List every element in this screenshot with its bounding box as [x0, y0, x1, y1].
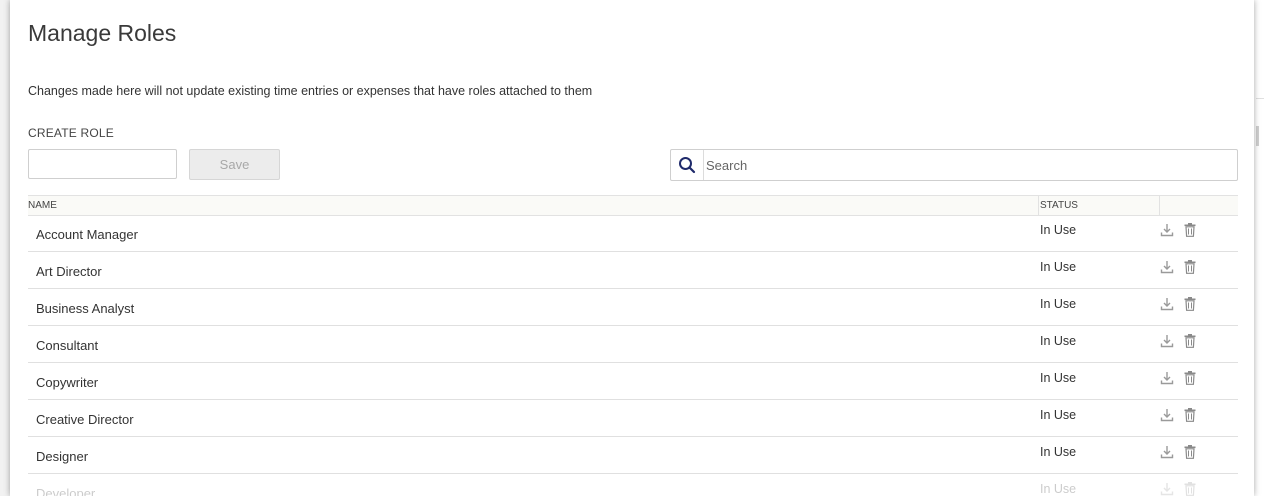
- role-name: Designer: [36, 449, 89, 464]
- background-divider: [1256, 98, 1264, 99]
- role-name: Business Analyst: [36, 301, 135, 316]
- search-icon[interactable]: [671, 150, 704, 180]
- role-name-input[interactable]: [28, 149, 177, 179]
- download-icon[interactable]: [1160, 297, 1174, 311]
- trash-icon[interactable]: [1184, 445, 1196, 459]
- trash-icon[interactable]: [1184, 334, 1196, 348]
- download-icon[interactable]: [1160, 223, 1174, 237]
- table-row: Developer In Use: [28, 474, 1238, 496]
- table-row: Creative Director In Use: [28, 400, 1238, 437]
- trash-icon[interactable]: [1184, 371, 1196, 385]
- column-header-name: NAME: [28, 200, 57, 211]
- table-row: Business Analyst In Use: [28, 289, 1238, 326]
- column-divider: [1159, 196, 1160, 215]
- search-input[interactable]: [706, 150, 1226, 180]
- role-status: In Use: [1040, 223, 1077, 237]
- role-status: In Use: [1040, 482, 1077, 496]
- download-icon[interactable]: [1160, 371, 1174, 385]
- role-name: Consultant: [36, 338, 99, 353]
- page-title: Manage Roles: [28, 20, 177, 46]
- trash-icon[interactable]: [1184, 260, 1196, 274]
- background-scroll-marker: [1256, 126, 1259, 146]
- save-button[interactable]: Save: [189, 149, 280, 180]
- trash-icon[interactable]: [1184, 297, 1196, 311]
- download-icon[interactable]: [1160, 260, 1174, 274]
- role-status: In Use: [1040, 408, 1077, 422]
- download-icon[interactable]: [1160, 445, 1174, 459]
- search-box[interactable]: [670, 149, 1238, 181]
- table-row: Copywriter In Use: [28, 363, 1238, 400]
- column-header-status: STATUS: [1040, 200, 1078, 211]
- table-header: NAME STATUS: [28, 195, 1238, 216]
- create-role-label: CREATE ROLE: [28, 126, 114, 140]
- role-name: Developer: [36, 486, 96, 496]
- role-status: In Use: [1040, 445, 1077, 459]
- trash-icon[interactable]: [1184, 482, 1196, 496]
- table-row: Designer In Use: [28, 437, 1238, 474]
- trash-icon[interactable]: [1184, 408, 1196, 422]
- role-status: In Use: [1040, 297, 1077, 311]
- trash-icon[interactable]: [1184, 223, 1196, 237]
- role-status: In Use: [1040, 260, 1077, 274]
- role-status: In Use: [1040, 334, 1077, 348]
- role-name: Art Director: [36, 264, 102, 279]
- table-row: Account Manager In Use: [28, 215, 1238, 252]
- column-divider: [1038, 196, 1039, 215]
- role-name: Creative Director: [36, 412, 134, 427]
- roles-table-body: Account Manager In Use Art Director In U…: [28, 215, 1238, 496]
- role-status: In Use: [1040, 371, 1077, 385]
- download-icon[interactable]: [1160, 334, 1174, 348]
- background-page-edge: [1254, 0, 1264, 496]
- page-description: Changes made here will not update existi…: [28, 84, 593, 98]
- table-row: Art Director In Use: [28, 252, 1238, 289]
- download-icon[interactable]: [1160, 408, 1174, 422]
- role-name: Copywriter: [36, 375, 99, 390]
- role-name: Account Manager: [36, 227, 138, 242]
- download-icon[interactable]: [1160, 482, 1174, 496]
- manage-roles-panel: Manage Roles Changes made here will not …: [10, 0, 1254, 496]
- table-row: Consultant In Use: [28, 326, 1238, 363]
